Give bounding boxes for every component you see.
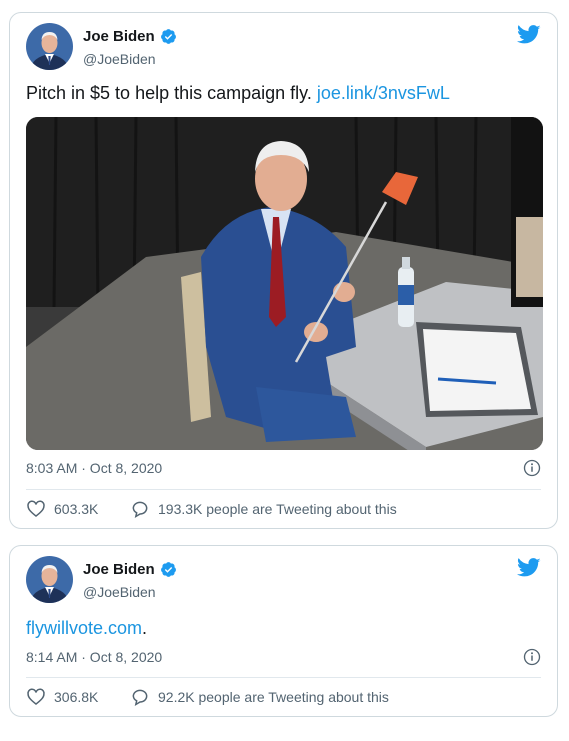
avatar[interactable] (26, 556, 73, 603)
like-action[interactable]: 306.8K (26, 687, 130, 707)
engagement-bar: 603.3K 193.3K people are Tweeting about … (26, 499, 541, 519)
verified-badge-icon (160, 562, 176, 577)
author-name[interactable]: Joe Biden (83, 561, 155, 578)
tweeting-count: 193.3K people are Tweeting about this (158, 501, 397, 517)
author-name[interactable]: Joe Biden (83, 28, 155, 45)
conversation-action[interactable]: 193.3K people are Tweeting about this (130, 499, 397, 519)
speech-bubble-icon (132, 689, 148, 707)
tweet-text: flywillvote.com. (26, 618, 148, 638)
author-handle[interactable]: @JoeBiden (83, 584, 156, 600)
heart-icon (27, 688, 45, 706)
twitter-bird-icon[interactable] (517, 25, 541, 45)
tweet-card-1[interactable]: Joe Biden @JoeBiden Pitch in $5 to help … (9, 12, 558, 529)
info-icon[interactable] (523, 648, 541, 666)
divider (26, 489, 541, 490)
tweet-photo[interactable] (26, 117, 543, 450)
tweeting-count: 92.2K people are Tweeting about this (158, 689, 389, 705)
tweet-text: Pitch in $5 to help this campaign fly. j… (26, 83, 450, 103)
tweet-link[interactable]: joe.link/3nvsFwL (317, 83, 450, 103)
like-count: 603.3K (54, 501, 99, 517)
conversation-action[interactable]: 92.2K people are Tweeting about this (130, 687, 389, 707)
author-handle[interactable]: @JoeBiden (83, 51, 156, 67)
engagement-bar: 306.8K 92.2K people are Tweeting about t… (26, 687, 541, 707)
avatar[interactable] (26, 23, 73, 70)
twitter-bird-icon[interactable] (517, 558, 541, 578)
info-icon[interactable] (523, 459, 541, 477)
timestamp[interactable]: 8:03 AM · Oct 8, 2020 (26, 460, 162, 476)
timestamp[interactable]: 8:14 AM · Oct 8, 2020 (26, 649, 162, 665)
verified-badge-icon (160, 29, 176, 44)
like-count: 306.8K (54, 689, 99, 705)
heart-icon (27, 500, 45, 518)
like-action[interactable]: 603.3K (26, 499, 130, 519)
tweet-card-2[interactable]: Joe Biden @JoeBiden flywillvote.com. 8:1… (9, 545, 558, 717)
tweet-link[interactable]: flywillvote.com (26, 618, 142, 638)
divider (26, 677, 541, 678)
speech-bubble-icon (132, 501, 148, 519)
